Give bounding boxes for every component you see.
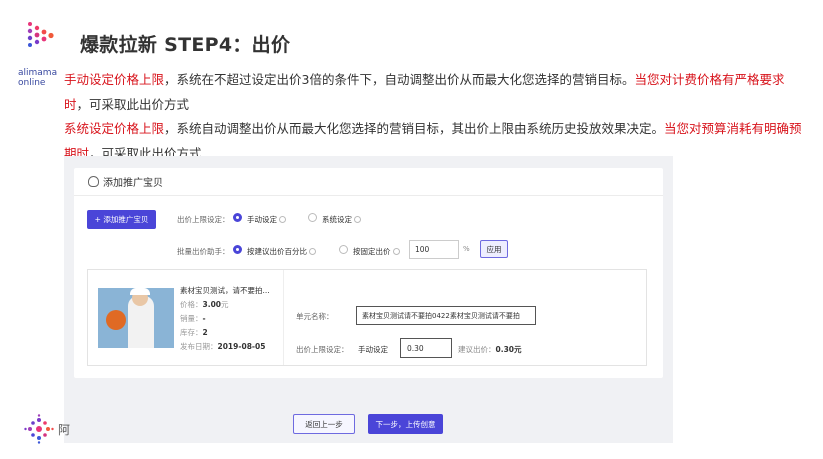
slide-title: 爆款拉新 STEP4：出价 — [80, 34, 291, 56]
alimama-wordmark: alimama online — [18, 68, 58, 88]
bid-limit-option-system[interactable]: 系统设定 — [322, 214, 361, 225]
add-item-button[interactable]: + 添加推广宝贝 — [87, 210, 156, 229]
card-header: 添加推广宝贝 — [74, 168, 663, 196]
help-icon[interactable] — [309, 248, 316, 255]
back-button[interactable]: 返回上一步 — [293, 414, 355, 434]
basketball-icon — [106, 310, 126, 330]
item-bid-mode: 手动设定 — [358, 345, 388, 354]
alimama-logo: alimama online — [18, 18, 62, 88]
batch-radio-fixed[interactable] — [339, 245, 348, 254]
batch-bid-label: 批量出价助手： — [177, 247, 230, 256]
alimama-logo-icon — [27, 22, 54, 47]
unit-name-input[interactable]: 素材宝贝测试请不要拍0422素材宝贝测试请不要拍 — [356, 306, 536, 325]
footer-text: 阿 — [58, 423, 71, 437]
item-thumbnail — [98, 288, 174, 348]
next-button[interactable]: 下一步，上传创意 — [368, 414, 443, 434]
item-sales: - — [202, 314, 206, 323]
item-summary: 素材宝贝测试，请不要拍... 价格：3.00元 销量：- 库存：2 发布日期：2… — [88, 270, 284, 365]
item-bid-label: 出价上限设定： — [296, 345, 349, 354]
description-paragraph-manual: 手动设定价格上限，系统在不超过设定出价3倍的条件下，自动调整出价从而最大化您选择… — [64, 72, 785, 112]
item-row: 素材宝贝测试，请不要拍... 价格：3.00元 销量：- 库存：2 发布日期：2… — [87, 269, 647, 366]
item-info: 素材宝贝测试，请不要拍... 价格：3.00元 销量：- 库存：2 发布日期：2… — [180, 286, 270, 351]
alimama-footer-icon — [24, 414, 54, 444]
item-date: 2019-08-05 — [217, 342, 266, 351]
help-icon[interactable] — [354, 216, 361, 223]
batch-option-fixed[interactable]: 按固定出价 — [353, 246, 400, 257]
help-icon[interactable] — [392, 248, 400, 255]
item-stock: 2 — [202, 328, 208, 337]
bid-limit-label: 出价上限设定： — [177, 215, 230, 224]
bid-limit-radio-system[interactable] — [308, 213, 317, 222]
headset-icon — [88, 176, 99, 187]
bid-limit-option-manual[interactable]: 手动设定 — [247, 214, 286, 225]
item-title: 素材宝贝测试，请不要拍... — [180, 286, 270, 295]
add-item-card: 添加推广宝贝 + 添加推广宝贝 出价上限设定： 手动设定 系统设定 批量出价助手… — [74, 168, 663, 378]
item-price: 3.00 — [202, 300, 222, 309]
description: 手动设定价格上限，系统在不超过设定出价3倍的条件下，自动调整出价从而最大化您选择… — [64, 68, 809, 166]
bid-limit-radio-manual[interactable] — [233, 213, 242, 222]
percent-sign: % — [463, 245, 470, 253]
card-header-title: 添加推广宝贝 — [103, 178, 163, 189]
unit-name-label: 单元名称： — [296, 312, 334, 321]
help-icon[interactable] — [279, 216, 286, 223]
apply-button[interactable]: 应用 — [480, 240, 508, 258]
suggested-bid: 建议出价：0.30元 — [458, 345, 522, 354]
item-bid-input[interactable]: 0.30 — [400, 338, 452, 358]
batch-radio-percent[interactable] — [233, 245, 242, 254]
batch-option-percent[interactable]: 按建议出价百分比 — [247, 246, 316, 257]
percent-input[interactable]: 100 — [409, 240, 459, 259]
screenshot-panel: 添加推广宝贝 + 添加推广宝贝 出价上限设定： 手动设定 系统设定 批量出价助手… — [64, 156, 673, 443]
